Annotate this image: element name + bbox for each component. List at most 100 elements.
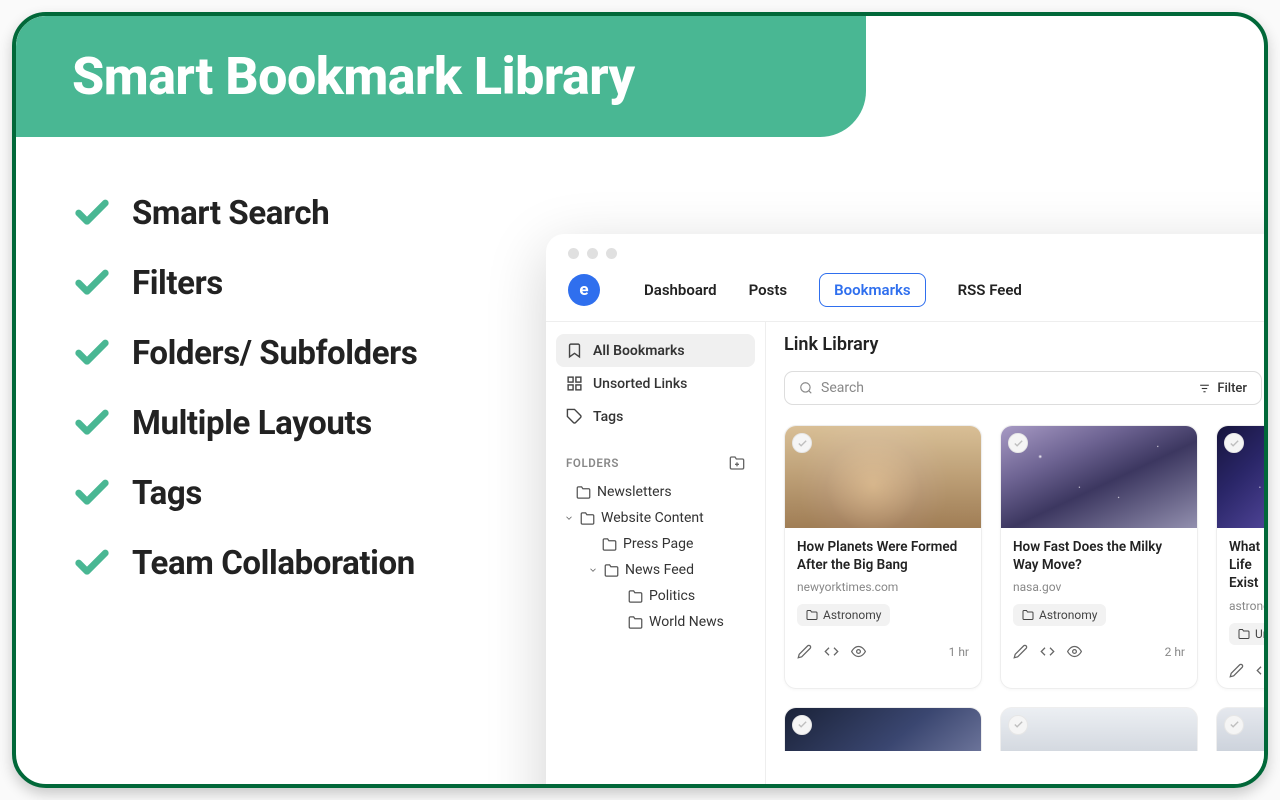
card-tag[interactable]: Unive <box>1229 623 1268 645</box>
main-panel: Link Library Search Filter <box>766 322 1268 788</box>
check-icon <box>72 403 112 443</box>
window-controls <box>546 234 1268 265</box>
card-footer: 2 hr <box>1001 634 1197 669</box>
folder-icon <box>1238 628 1250 640</box>
nav-posts[interactable]: Posts <box>749 281 787 299</box>
app-body: All Bookmarks Unsorted Links Tags FOLDER… <box>546 321 1268 788</box>
card-title: What is t Life Exist <box>1229 538 1268 593</box>
card-select-checkbox[interactable] <box>1224 715 1244 735</box>
feature-item: Smart Search <box>72 193 1264 233</box>
edit-icon[interactable] <box>1013 644 1028 659</box>
bookmark-card-stub[interactable] <box>1000 707 1198 751</box>
nav-rss[interactable]: RSS Feed <box>958 281 1022 299</box>
folder-news-feed[interactable]: News Feed <box>560 557 755 583</box>
sidebar-section-folders: FOLDERS <box>556 455 755 479</box>
tag-icon <box>566 408 583 425</box>
folder-icon <box>604 563 619 578</box>
eye-icon[interactable] <box>1067 644 1082 659</box>
card-title: How Fast Does the Milky Way Move? <box>1013 538 1185 574</box>
traffic-dot[interactable] <box>587 248 598 259</box>
feature-label: Team Collaboration <box>132 544 415 583</box>
bookmark-icon <box>566 342 583 359</box>
traffic-dot[interactable] <box>606 248 617 259</box>
card-footer: 1 hr <box>785 634 981 669</box>
eye-icon[interactable] <box>851 644 866 659</box>
card-select-checkbox[interactable] <box>792 715 812 735</box>
bookmark-card-stub[interactable] <box>1216 707 1268 751</box>
chevron-down-icon[interactable] <box>564 513 574 523</box>
search-input[interactable]: Search Filter <box>784 371 1262 405</box>
nav-bookmarks[interactable]: Bookmarks <box>819 273 926 307</box>
search-icon <box>799 381 813 395</box>
nav-dashboard[interactable]: Dashboard <box>644 281 717 299</box>
folder-icon <box>628 589 643 604</box>
feature-label: Smart Search <box>132 194 329 233</box>
card-tag-label: Astronomy <box>1039 608 1097 622</box>
edit-icon[interactable] <box>1229 663 1244 678</box>
traffic-dot[interactable] <box>568 248 579 259</box>
app-window: e Dashboard Posts Bookmarks RSS Feed All… <box>546 234 1268 788</box>
folder-politics[interactable]: Politics <box>560 583 755 609</box>
card-thumbnail <box>1217 426 1268 528</box>
card-tag-label: Astronomy <box>823 608 881 622</box>
card-footer <box>1217 653 1268 688</box>
add-folder-icon[interactable] <box>729 455 745 471</box>
bookmark-card[interactable]: How Fast Does the Milky Way Move? nasa.g… <box>1000 425 1198 689</box>
filter-button[interactable]: Filter <box>1198 381 1247 396</box>
folder-icon <box>576 485 591 500</box>
folder-label: World News <box>649 614 724 630</box>
bookmark-card-stub[interactable] <box>784 707 982 751</box>
check-icon <box>72 333 112 373</box>
folder-icon <box>806 609 818 621</box>
check-icon <box>1013 438 1024 449</box>
folder-press-page[interactable]: Press Page <box>560 531 755 557</box>
sidebar-unsorted[interactable]: Unsorted Links <box>556 367 755 400</box>
folder-label: Website Content <box>601 510 704 526</box>
folder-newsletters[interactable]: Newsletters <box>560 479 755 505</box>
top-nav: e Dashboard Posts Bookmarks RSS Feed <box>546 265 1268 321</box>
edit-icon[interactable] <box>797 644 812 659</box>
card-tag[interactable]: Astronomy <box>1013 604 1106 626</box>
panel-title: Link Library <box>784 334 1268 355</box>
promo-title-banner: Smart Bookmark Library <box>16 16 866 137</box>
folder-label: News Feed <box>625 562 694 578</box>
check-icon <box>1229 438 1240 449</box>
bookmark-card-partial[interactable]: What is t Life Exist astronom Unive <box>1216 425 1268 689</box>
filter-label: Filter <box>1217 381 1247 396</box>
check-icon <box>72 193 112 233</box>
search-placeholder: Search <box>821 380 864 396</box>
check-icon <box>72 263 112 303</box>
card-tag-label: Unive <box>1255 627 1268 641</box>
folder-world-news[interactable]: World News <box>560 609 755 635</box>
folder-icon <box>1022 609 1034 621</box>
card-tag[interactable]: Astronomy <box>797 604 890 626</box>
check-icon <box>797 438 808 449</box>
bookmark-card[interactable]: How Planets Were Formed After the Big Ba… <box>784 425 982 689</box>
code-icon[interactable] <box>1256 663 1268 678</box>
sidebar-tags[interactable]: Tags <box>556 400 755 433</box>
search-filter-row: Search Filter <box>784 369 1268 407</box>
app-logo[interactable]: e <box>568 274 600 306</box>
folder-tree: Newsletters Website Content Press Page <box>556 479 755 635</box>
folder-website-content[interactable]: Website Content <box>560 505 755 531</box>
folder-label: Newsletters <box>597 484 672 500</box>
code-icon[interactable] <box>1040 644 1055 659</box>
sidebar-label: All Bookmarks <box>593 343 685 359</box>
card-select-checkbox[interactable] <box>1224 433 1244 453</box>
card-domain: astronom <box>1229 599 1268 613</box>
bookmark-cards-row: How Planets Were Formed After the Big Ba… <box>784 425 1268 689</box>
promo-title: Smart Bookmark Library <box>72 46 635 107</box>
code-icon[interactable] <box>824 644 839 659</box>
sidebar-all-bookmarks[interactable]: All Bookmarks <box>556 334 755 367</box>
filter-icon <box>1198 382 1211 395</box>
chevron-down-icon[interactable] <box>588 565 598 575</box>
sidebar-label: Tags <box>593 409 623 425</box>
card-body: What is t Life Exist astronom Unive <box>1217 528 1268 653</box>
card-select-checkbox[interactable] <box>1008 433 1028 453</box>
card-select-checkbox[interactable] <box>792 433 812 453</box>
card-domain: nasa.gov <box>1013 580 1185 594</box>
feature-label: Folders/ Subfolders <box>132 334 417 373</box>
card-select-checkbox[interactable] <box>1008 715 1028 735</box>
card-thumbnail <box>785 426 981 528</box>
card-domain: newyorktimes.com <box>797 580 969 594</box>
